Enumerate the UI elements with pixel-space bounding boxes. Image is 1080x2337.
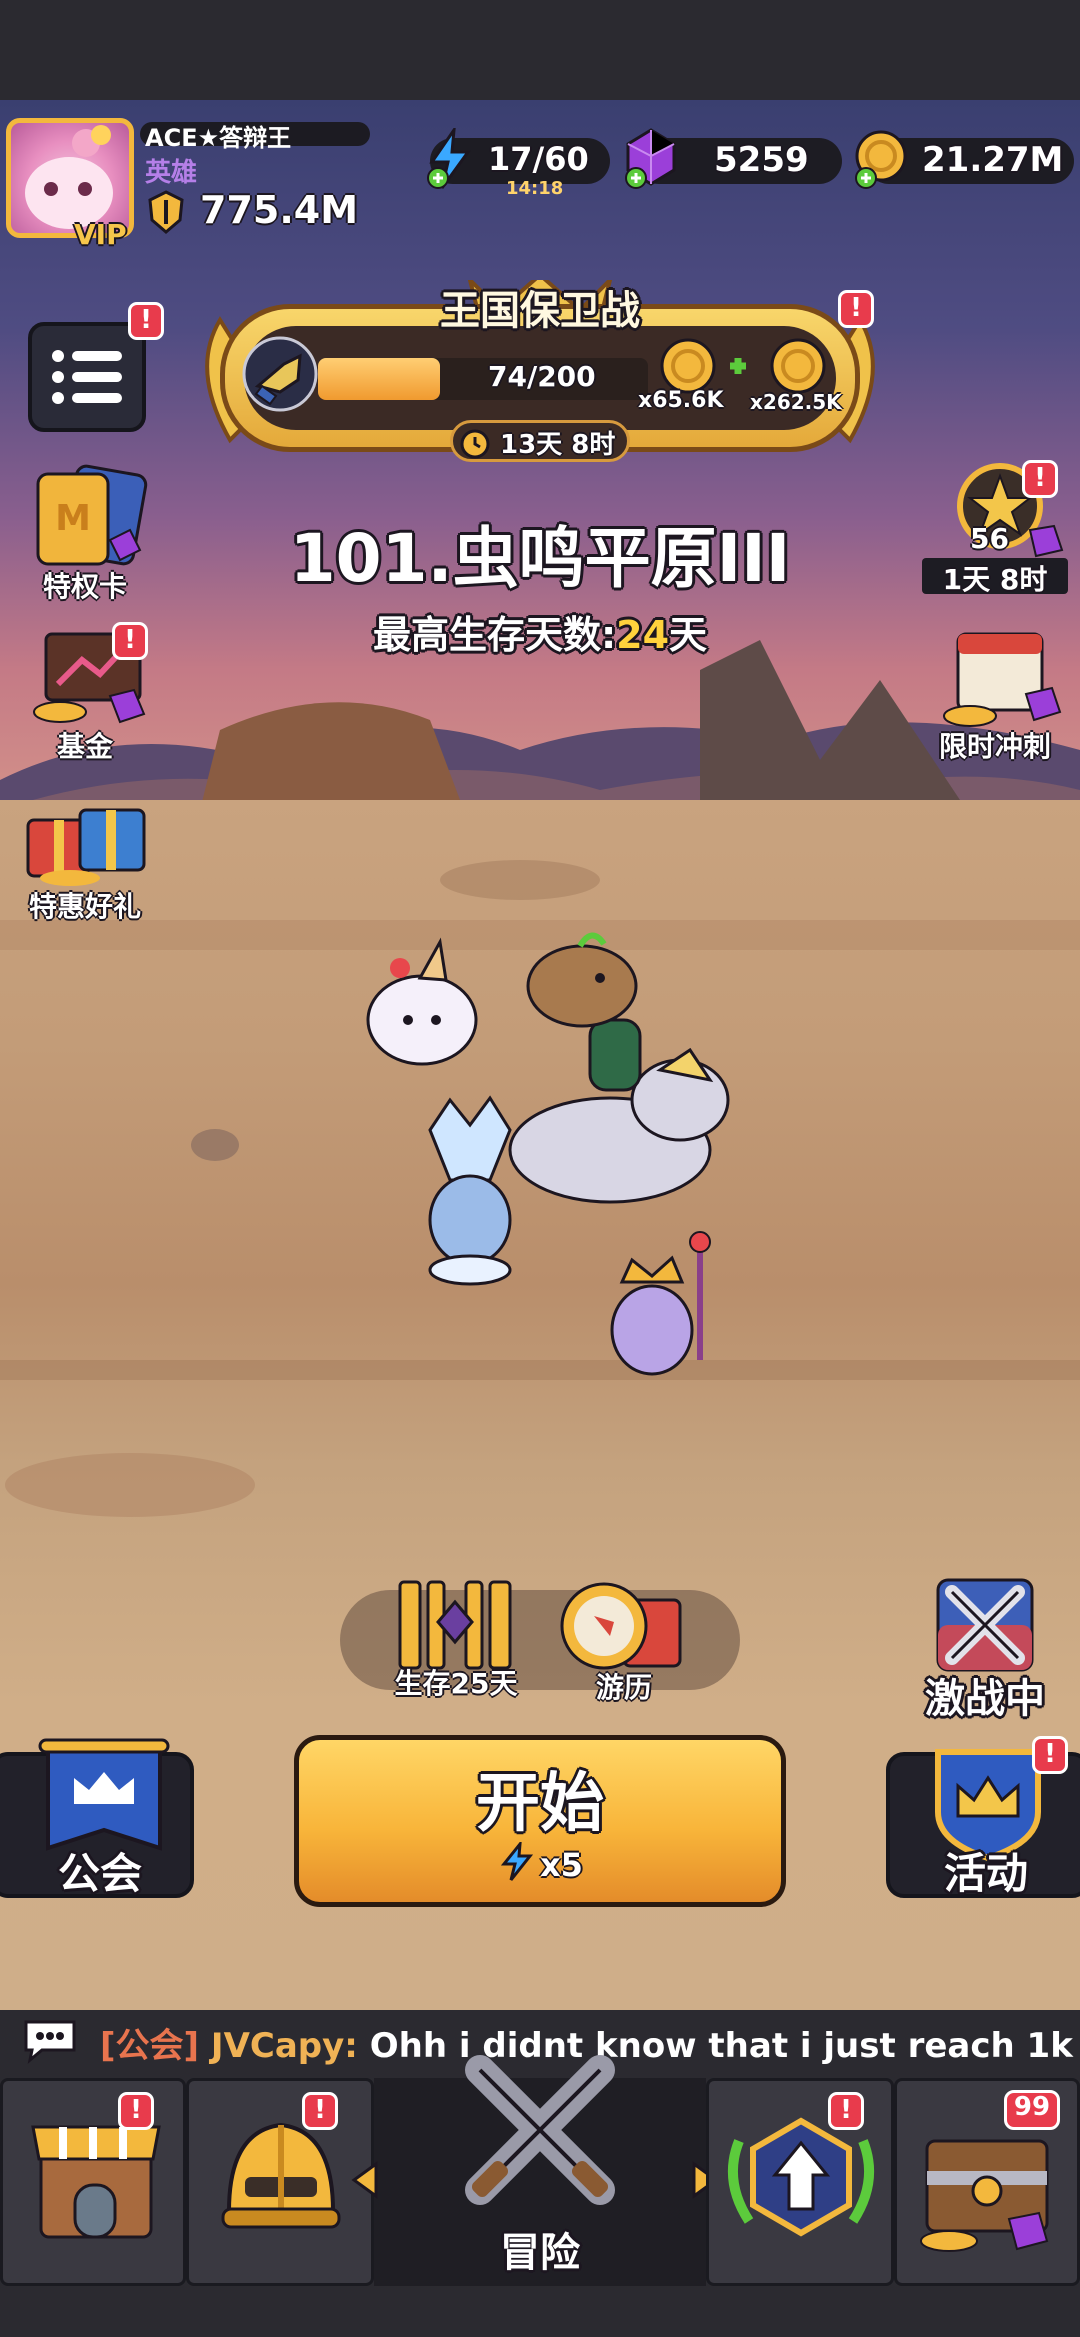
special-gift-label: 特惠好礼	[28, 890, 141, 923]
menu-button[interactable]	[28, 322, 146, 432]
player-power: 775.4M	[200, 188, 359, 232]
start-button-label: 开始	[476, 1767, 604, 1841]
survival-chest-button[interactable]	[390, 1572, 520, 1672]
travel-button[interactable]	[554, 1576, 694, 1676]
survival-chest-label: 生存25天	[394, 1667, 518, 1700]
nav-adventure-label: 冒险	[500, 2230, 580, 2276]
nav-upgrade[interactable]	[706, 2078, 894, 2286]
helmet-icon	[221, 2122, 341, 2229]
horn-icon	[242, 336, 318, 412]
equipment-alert-badge: !	[302, 2092, 338, 2130]
best-survival: 最高生存天数:24天	[0, 604, 1080, 659]
fund-alert-badge: !	[112, 622, 148, 660]
player-name: ACE★答辩王	[145, 124, 292, 152]
kingdom-defense-title: 王国保卫战	[440, 288, 640, 334]
chat-bubble-icon	[24, 2020, 76, 2064]
nav-equipment[interactable]	[186, 2078, 374, 2286]
shop-icon	[31, 2125, 161, 2239]
chat-user: JVCapy:	[210, 2026, 358, 2066]
kingdom-defense-progress-text: 74/200	[488, 360, 596, 393]
terrain-shadow	[5, 1453, 255, 1517]
privilege-card-icon: M	[36, 464, 148, 566]
battle-pass-level: 56	[970, 522, 1009, 555]
player-title: 英雄	[145, 158, 198, 188]
calendar-icon	[943, 632, 1062, 727]
gem-icon	[625, 128, 676, 189]
travel-label: 游历	[595, 1671, 652, 1704]
adventure-swords-icon	[465, 2055, 615, 2205]
crossed-swords-icon	[936, 1578, 1034, 1672]
hero-characters	[366, 932, 730, 1376]
best-survival-label: 最高生存天数:	[372, 613, 617, 657]
status-bar	[0, 0, 1080, 100]
shop-alert-badge: !	[118, 2092, 154, 2130]
kingdom-defense-reward-1: x65.6K	[638, 388, 724, 413]
treasure-count: 99	[1013, 2092, 1051, 2122]
svg-text:M: M	[55, 498, 91, 539]
compass-icon	[560, 1582, 682, 1670]
reward-coins-icon	[660, 338, 826, 394]
event-label: 活动	[943, 1849, 1028, 1898]
gems-value: 5259	[714, 140, 809, 180]
best-survival-unit: 天	[669, 613, 708, 657]
battle-pass-alert-badge: !	[1022, 460, 1058, 498]
energy-value: 17/60	[488, 140, 589, 178]
limited-sprint-label: 限时冲刺	[938, 730, 1051, 763]
guild-label: 公会	[57, 1849, 142, 1898]
energy-cost-icon	[500, 1842, 534, 1881]
chevron-left-icon	[351, 2161, 378, 2199]
start-energy-cost: x5	[540, 1846, 583, 1884]
privilege-card-label: 特权卡	[42, 570, 127, 603]
power-icon	[148, 190, 184, 234]
battle-in-progress-label: 激战中	[925, 1676, 1045, 1722]
nav-shop[interactable]	[0, 2078, 186, 2286]
limited-sprint-button[interactable]	[930, 620, 1070, 730]
kingdom-defense-progress-fill	[318, 358, 441, 400]
gold-coin-icon	[855, 130, 907, 189]
upgrade-arrow-icon	[727, 2117, 875, 2237]
upgrade-alert-badge: !	[828, 2092, 864, 2130]
kingdom-defense-alert-badge: !	[838, 290, 874, 328]
gift-box-icon	[26, 808, 146, 886]
list-icon	[52, 350, 122, 404]
fund-label: 基金	[56, 730, 113, 763]
energy-icon	[427, 128, 471, 189]
kingdom-defense-reward-2: x262.5K	[750, 390, 842, 414]
battle-in-progress-button[interactable]	[930, 1570, 1040, 1680]
golden-gate-icon	[398, 1580, 512, 1670]
event-alert-badge: !	[1032, 1736, 1068, 1774]
battle-pass-timer: 1天 8时	[942, 563, 1048, 596]
vip-badge: VIP	[74, 218, 127, 251]
energy-timer: 14:18	[506, 178, 564, 199]
gold-value: 21.27M	[922, 140, 1064, 180]
chat-channel: [公会]	[100, 2026, 200, 2066]
stage-title: 101.虫鸣平原III	[289, 520, 791, 597]
kingdom-defense-timer: 13天 8时	[500, 430, 616, 460]
clock-icon	[460, 429, 490, 459]
best-survival-value: 24	[616, 613, 670, 657]
menu-alert-badge: !	[128, 302, 164, 340]
